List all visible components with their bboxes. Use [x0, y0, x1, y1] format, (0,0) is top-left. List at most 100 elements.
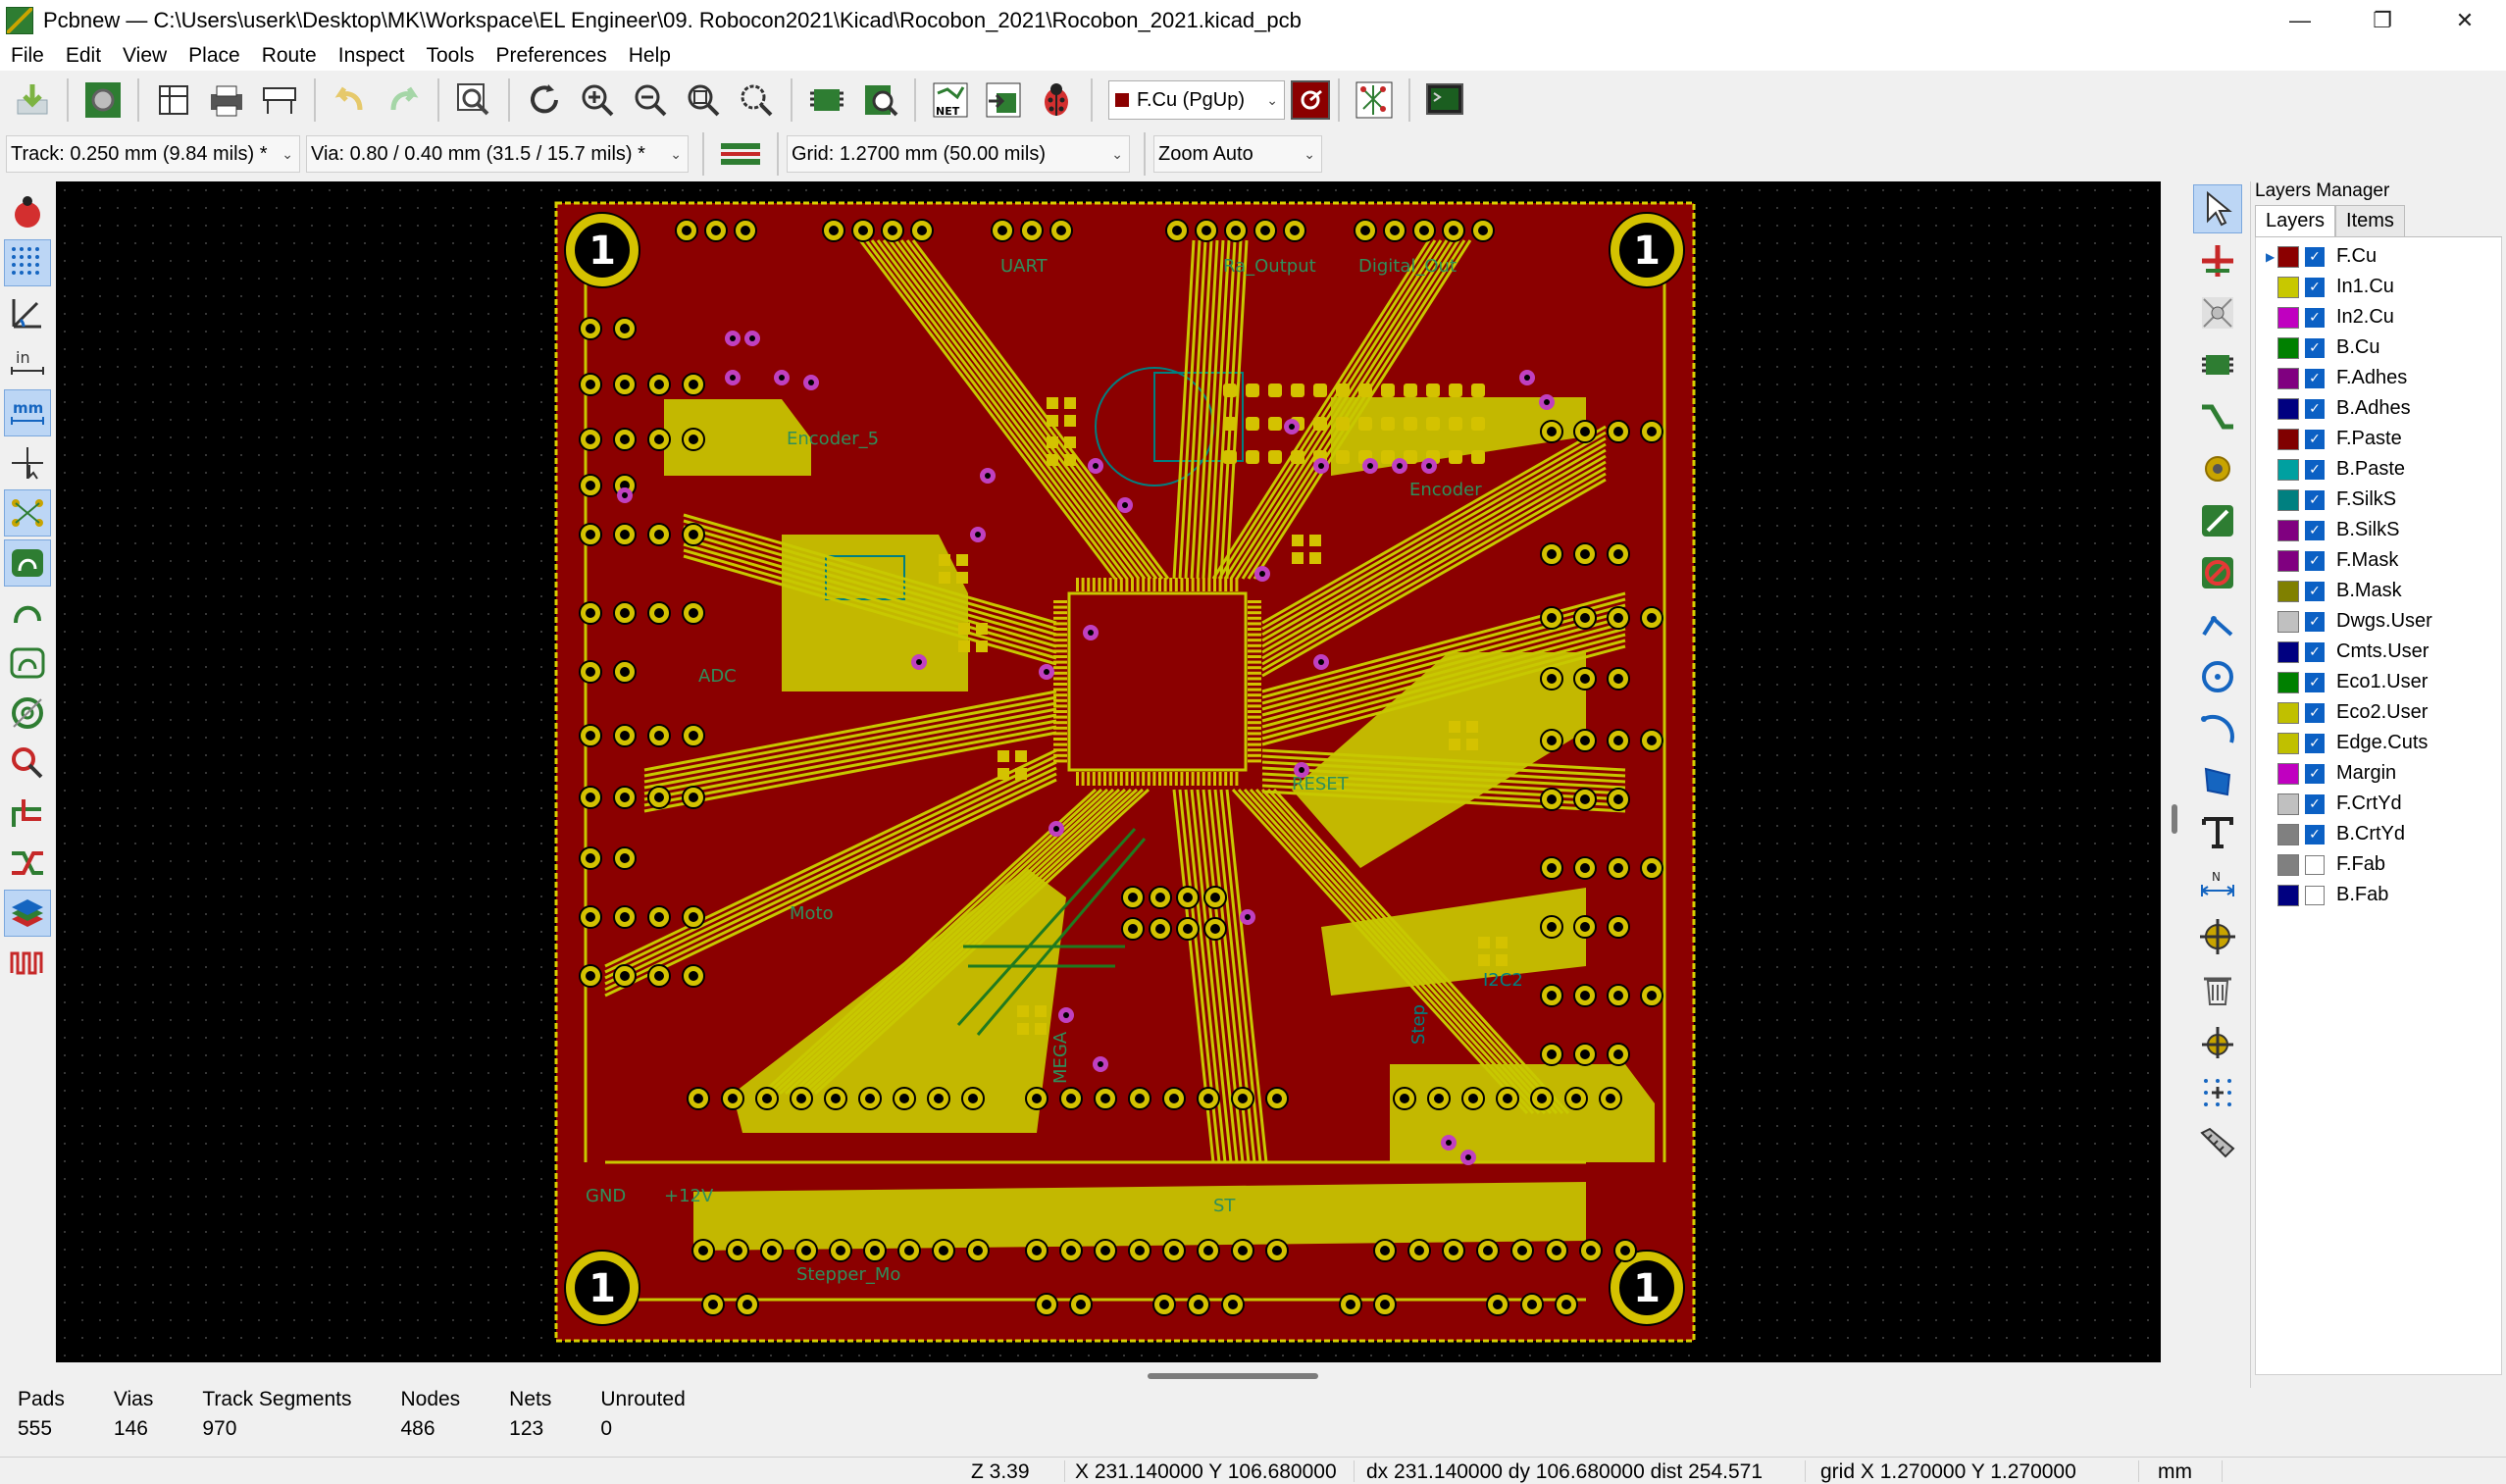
layer-row-f-crtyd[interactable]: ✓ F.CrtYd	[2256, 789, 2501, 819]
layer-row-f-paste[interactable]: ✓ F.Paste	[2256, 424, 2501, 454]
update-pcb-button[interactable]	[981, 77, 1026, 123]
layer-color-swatch[interactable]	[2277, 488, 2299, 511]
track-width-select[interactable]: Track: 0.250 mm (9.84 mils) * ⌄	[6, 135, 300, 173]
layer-visibility-checkbox[interactable]: ✓	[2305, 520, 2325, 540]
layer-color-swatch[interactable]	[2277, 701, 2299, 724]
millimeter-units-toggle[interactable]: mm	[4, 389, 51, 436]
auto-track-width-button[interactable]	[718, 131, 763, 177]
layer-row-b-mask[interactable]: ✓ B.Mask	[2256, 576, 2501, 606]
layer-row-cmts-user[interactable]: ✓ Cmts.User	[2256, 637, 2501, 667]
polar-coordinates-toggle[interactable]	[4, 289, 51, 336]
layer-color-swatch[interactable]	[2277, 853, 2299, 876]
layer-row-f-cu[interactable]: ▶ ✓ F.Cu	[2256, 241, 2501, 272]
layer-color-swatch[interactable]	[2277, 458, 2299, 481]
undo-button[interactable]	[328, 77, 373, 123]
route-track-tool[interactable]	[2193, 392, 2242, 441]
footprint-library-browser-button[interactable]	[857, 77, 902, 123]
layer-visibility-checkbox[interactable]: ✓	[2305, 337, 2325, 358]
menu-place[interactable]: Place	[178, 44, 251, 68]
layer-row-b-paste[interactable]: ✓ B.Paste	[2256, 454, 2501, 485]
zone-fill-display-toggle[interactable]	[4, 539, 51, 587]
find-button[interactable]	[451, 77, 496, 123]
layer-color-swatch[interactable]	[2277, 580, 2299, 602]
zoom-selection-button[interactable]	[734, 77, 779, 123]
menu-preferences[interactable]: Preferences	[486, 44, 618, 68]
layer-color-swatch[interactable]	[2277, 367, 2299, 389]
footprint-editor-button[interactable]	[804, 77, 849, 123]
draw-arc-tool[interactable]	[2193, 704, 2242, 753]
add-footprint-tool[interactable]	[2193, 340, 2242, 389]
tracks-sketch-toggle[interactable]	[4, 790, 51, 837]
layer-color-swatch[interactable]	[2277, 519, 2299, 541]
layer-row-edge-cuts[interactable]: ✓ Edge.Cuts	[2256, 728, 2501, 758]
layer-visibility-checkbox[interactable]: ✓	[2305, 550, 2325, 571]
redo-button[interactable]	[381, 77, 426, 123]
draw-polygon-tool[interactable]	[2193, 756, 2242, 805]
add-text-tool[interactable]	[2193, 808, 2242, 857]
layer-row-dwgs-user[interactable]: ✓ Dwgs.User	[2256, 606, 2501, 637]
layer-row-f-fab[interactable]: F.Fab	[2256, 849, 2501, 880]
minimize-button[interactable]: —	[2259, 0, 2341, 41]
draw-circle-tool[interactable]	[2193, 652, 2242, 701]
layer-pair-button[interactable]	[1291, 80, 1330, 120]
menu-inspect[interactable]: Inspect	[328, 44, 416, 68]
layer-color-swatch[interactable]	[2277, 245, 2299, 268]
add-layer-alignment-target-tool[interactable]	[2193, 912, 2242, 961]
layer-visibility-checkbox[interactable]: ✓	[2305, 459, 2325, 480]
tab-layers[interactable]: Layers	[2255, 205, 2336, 236]
layer-visibility-checkbox[interactable]: ✓	[2305, 702, 2325, 723]
layer-visibility-checkbox[interactable]: ✓	[2305, 763, 2325, 784]
layer-row-in1-cu[interactable]: ✓ In1.Cu	[2256, 272, 2501, 302]
show-grid-toggle[interactable]	[4, 239, 51, 286]
layer-row-f-adhes[interactable]: ✓ F.Adhes	[2256, 363, 2501, 393]
layer-visibility-checkbox[interactable]: ✓	[2305, 398, 2325, 419]
zoom-fit-button[interactable]	[681, 77, 726, 123]
show-ratsnest-toggle[interactable]	[4, 489, 51, 537]
zone-unfilled-display-toggle[interactable]	[4, 640, 51, 687]
high-contrast-toggle[interactable]	[4, 840, 51, 887]
menu-tools[interactable]: Tools	[415, 44, 485, 68]
layer-color-swatch[interactable]	[2277, 428, 2299, 450]
layer-visibility-checkbox[interactable]: ✓	[2305, 611, 2325, 632]
layer-color-swatch[interactable]	[2277, 671, 2299, 693]
microwave-toolbar-toggle[interactable]	[4, 940, 51, 987]
layer-color-swatch[interactable]	[2277, 336, 2299, 359]
layer-visibility-checkbox[interactable]	[2305, 885, 2325, 905]
zoom-in-button[interactable]	[575, 77, 620, 123]
full-crosshair-toggle[interactable]	[4, 439, 51, 486]
measure-tool[interactable]	[2193, 1120, 2242, 1169]
layer-color-swatch[interactable]	[2277, 276, 2299, 298]
layers-manager-toggle[interactable]	[4, 890, 51, 937]
layer-color-swatch[interactable]	[2277, 397, 2299, 420]
layer-visibility-checkbox[interactable]	[2305, 854, 2325, 875]
layer-visibility-checkbox[interactable]: ✓	[2305, 429, 2325, 449]
layer-color-swatch[interactable]	[2277, 306, 2299, 329]
layer-row-eco2-user[interactable]: ✓ Eco2.User	[2256, 697, 2501, 728]
panel-resize-handle[interactable]	[2172, 804, 2177, 834]
layer-row-f-mask[interactable]: ✓ F.Mask	[2256, 545, 2501, 576]
layer-row-margin[interactable]: ✓ Margin	[2256, 758, 2501, 789]
zoom-out-button[interactable]	[628, 77, 673, 123]
layer-visibility-checkbox[interactable]: ✓	[2305, 246, 2325, 267]
layer-visibility-checkbox[interactable]: ✓	[2305, 733, 2325, 753]
design-rules-checker-button[interactable]	[1034, 77, 1079, 123]
add-via-tool[interactable]	[2193, 444, 2242, 493]
layer-row-b-silks[interactable]: ✓ B.SilkS	[2256, 515, 2501, 545]
menu-route[interactable]: Route	[251, 44, 328, 68]
menu-file[interactable]: File	[0, 44, 55, 68]
layer-row-b-cu[interactable]: ✓ B.Cu	[2256, 333, 2501, 363]
add-dimension-tool[interactable]: N	[2193, 860, 2242, 909]
layer-color-swatch[interactable]	[2277, 610, 2299, 633]
via-size-select[interactable]: Via: 0.80 / 0.40 mm (31.5 / 15.7 mils) *…	[306, 135, 689, 173]
menu-view[interactable]: View	[112, 44, 178, 68]
menu-edit[interactable]: Edit	[55, 44, 112, 68]
layer-color-swatch[interactable]	[2277, 732, 2299, 754]
layer-visibility-checkbox[interactable]: ✓	[2305, 581, 2325, 601]
layer-color-swatch[interactable]	[2277, 640, 2299, 663]
drc-markers-toggle[interactable]	[4, 189, 51, 236]
delete-tool[interactable]	[2193, 964, 2242, 1013]
pcb-canvas[interactable]: 1 1 1 1 Encoder_5 ADC Moto I2C2 Encoder Digital_…	[56, 181, 2161, 1362]
scripting-console-button[interactable]	[1422, 77, 1467, 123]
layer-color-swatch[interactable]	[2277, 884, 2299, 906]
inches-units-toggle[interactable]: in	[4, 339, 51, 386]
